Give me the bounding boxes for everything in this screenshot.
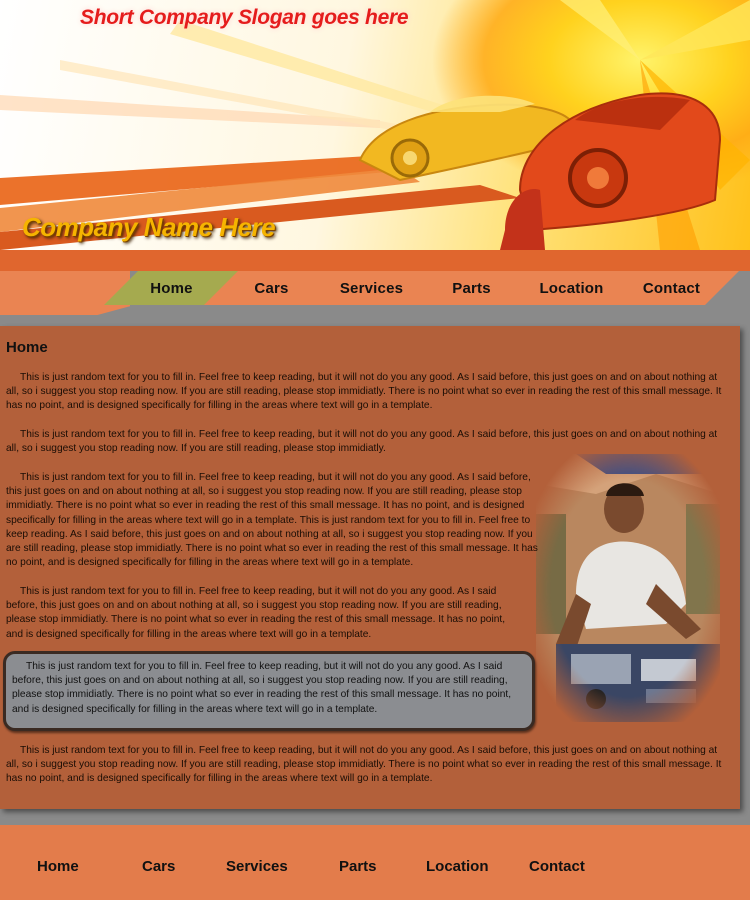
content-paragraph: This is just random text for you to fill… bbox=[6, 586, 506, 640]
nav-tab-label: Contact bbox=[642, 279, 701, 297]
nav-tab-label: Parts bbox=[452, 279, 491, 297]
header-banner: Short Company Slogan goes here Company N… bbox=[0, 0, 750, 250]
footer-link-parts[interactable]: Parts bbox=[339, 858, 377, 875]
footer: Home Cars Services Parts Location Contac… bbox=[0, 825, 750, 900]
highlight-callout: This is just random text for you to fill… bbox=[3, 651, 535, 731]
callout-paragraph: This is just random text for you to fill… bbox=[12, 661, 512, 715]
nav-tab-label: Home bbox=[150, 279, 193, 297]
header-divider-bar bbox=[0, 250, 750, 271]
content-paragraph: This is just random text for you to fill… bbox=[6, 429, 718, 455]
footer-link-contact[interactable]: Contact bbox=[529, 858, 585, 875]
footer-link-home[interactable]: Home bbox=[37, 858, 79, 875]
footer-link-services[interactable]: Services bbox=[226, 858, 288, 875]
mechanic-under-hood-photo bbox=[536, 454, 720, 722]
content-paragraph: This is just random text for you to fill… bbox=[6, 745, 722, 785]
page-title: Home bbox=[6, 339, 48, 356]
content-paragraph: This is just random text for you to fill… bbox=[6, 472, 538, 569]
content-paragraph: This is just random text for you to fill… bbox=[6, 372, 722, 412]
nav-tab-label: Cars bbox=[254, 279, 289, 297]
footer-link-cars[interactable]: Cars bbox=[142, 858, 175, 875]
footer-link-location[interactable]: Location bbox=[426, 858, 489, 875]
nav-tab-label: Services bbox=[339, 279, 404, 297]
photo-illustration bbox=[536, 454, 720, 722]
nav-tab-label: Location bbox=[539, 279, 604, 297]
company-slogan: Short Company Slogan goes here bbox=[80, 6, 409, 29]
company-name-logo: Company Name Here bbox=[22, 212, 276, 242]
main-content: Home This is just random text for you to… bbox=[0, 326, 740, 809]
nav-strip-accent bbox=[0, 271, 130, 315]
